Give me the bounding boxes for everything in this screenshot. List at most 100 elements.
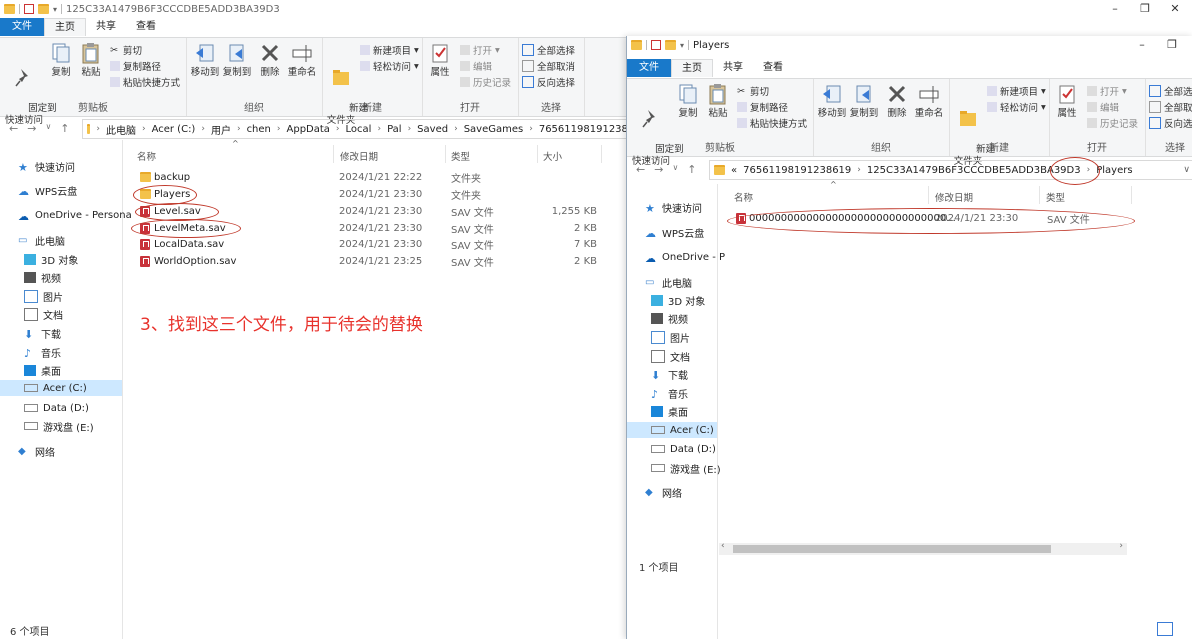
breadcrumb-item[interactable]: Players <box>1096 165 1132 176</box>
properties-button[interactable]: 属性 <box>1053 83 1081 120</box>
delete-button[interactable]: 删除 <box>258 42 282 79</box>
nav-drive-e[interactable]: 游戏盘 (E:) <box>24 418 94 434</box>
nav-videos[interactable]: 视频 <box>651 310 688 326</box>
tab-share[interactable]: 共享 <box>713 59 753 77</box>
breadcrumb-overflow[interactable]: « <box>731 165 737 176</box>
nav-pictures[interactable]: 图片 <box>24 288 63 304</box>
easy-access-button[interactable]: 轻松访问 ▾ <box>987 100 1046 114</box>
nav-drive-c[interactable]: Acer (C:) <box>0 380 122 396</box>
column-header-type[interactable]: 类型 <box>1046 190 1065 204</box>
select-all-button[interactable]: 全部选择 <box>1149 84 1192 98</box>
minimize-button[interactable]: – <box>1100 0 1130 18</box>
nav-music[interactable]: ♪ 音乐 <box>24 344 61 360</box>
nav-desktop[interactable]: 桌面 <box>24 362 61 378</box>
rename-button[interactable]: 重命名 <box>913 83 945 120</box>
breadcrumb-item[interactable]: chen <box>247 124 271 135</box>
open-button[interactable]: 打开 ▾ <box>1087 84 1127 98</box>
minimize-button[interactable]: – <box>1127 36 1157 54</box>
tab-view[interactable]: 查看 <box>753 59 793 77</box>
close-button[interactable]: ✕ <box>1160 0 1190 18</box>
select-none-button[interactable]: 全部取 <box>1149 100 1192 114</box>
invert-selection-button[interactable]: 反向选 <box>1149 116 1192 130</box>
breadcrumb-item[interactable]: Acer (C:) <box>152 124 196 135</box>
copy-path-button[interactable]: 复制路径 <box>737 100 788 114</box>
breadcrumb-item[interactable]: 76561198191238619 <box>743 165 851 176</box>
file-row[interactable]: LocalData.sav 2024/1/21 23:30 SAV 文件 7 K… <box>137 236 607 252</box>
rename-button[interactable]: 重命名 <box>286 42 318 79</box>
column-header-date[interactable]: 修改日期 <box>935 190 973 204</box>
chevron-down-icon[interactable]: ∨ <box>1183 165 1190 175</box>
breadcrumb-item[interactable]: Pal <box>387 124 402 135</box>
breadcrumb[interactable]: « 76561198191238619 › 125C33A1479B6F3CCCD… <box>709 160 1192 180</box>
scrollbar-thumb[interactable] <box>733 545 1051 553</box>
file-row[interactable]: WorldOption.sav 2024/1/21 23:25 SAV 文件 2… <box>137 253 607 269</box>
select-none-button[interactable]: 全部取消 <box>522 59 575 73</box>
file-row[interactable]: backup 2024/1/21 22:22 文件夹 <box>137 169 607 185</box>
nav-desktop[interactable]: 桌面 <box>651 403 688 419</box>
breadcrumb-item[interactable]: Local <box>346 124 372 135</box>
nav-downloads[interactable]: ⬇ 下载 <box>24 325 61 341</box>
scroll-right-icon[interactable]: › <box>1119 541 1123 551</box>
breadcrumb-item[interactable]: Saved <box>417 124 448 135</box>
nav-videos[interactable]: 视频 <box>24 269 61 285</box>
tab-view[interactable]: 查看 <box>126 18 166 36</box>
nav-wps-cloud[interactable]: ☁ WPS云盘 <box>18 182 77 198</box>
nav-3d-objects[interactable]: 3D 对象 <box>24 251 78 267</box>
nav-3d-objects[interactable]: 3D 对象 <box>651 292 705 308</box>
breadcrumb[interactable]: › 此电脑 › Acer (C:) › 用户 › chen › AppData › Loc… <box>82 119 648 139</box>
invert-selection-button[interactable]: 反向选择 <box>522 75 575 89</box>
breadcrumb-item[interactable]: 用户 <box>211 122 231 137</box>
breadcrumb-item[interactable]: AppData <box>287 124 330 135</box>
column-header-name[interactable]: 名称 <box>137 149 156 163</box>
select-all-button[interactable]: 全部选择 <box>522 43 575 57</box>
edit-button[interactable]: 编辑 <box>460 59 492 73</box>
cut-button[interactable]: ✂ 剪切 <box>737 84 769 98</box>
nav-network[interactable]: ◆ 网络 <box>645 484 682 500</box>
nav-network[interactable]: ◆ 网络 <box>18 443 55 459</box>
nav-drive-c[interactable]: Acer (C:) <box>627 422 717 438</box>
scroll-left-icon[interactable]: ‹ <box>721 541 725 551</box>
delete-button[interactable]: 删除 <box>885 83 909 120</box>
nav-music[interactable]: ♪ 音乐 <box>651 385 688 401</box>
details-view-icon[interactable] <box>1157 622 1173 636</box>
copy-to-button[interactable]: 复制到 <box>222 42 252 79</box>
copy-to-button[interactable]: 复制到 <box>849 83 879 120</box>
horizontal-scrollbar[interactable]: ‹ › <box>719 541 1127 555</box>
move-to-button[interactable]: 移动到 <box>817 83 847 120</box>
nav-this-pc[interactable]: ▭ 此电脑 <box>18 232 65 248</box>
open-icon <box>460 45 470 55</box>
move-to-button[interactable]: 移动到 <box>190 42 220 79</box>
open-button[interactable]: 打开 ▾ <box>460 43 500 57</box>
nav-documents[interactable]: 文档 <box>24 306 63 322</box>
breadcrumb-item[interactable]: 125C33A1479B6F3CCCDBE5ADD3BA39D3 <box>867 165 1081 176</box>
properties-button[interactable]: 属性 <box>426 42 454 79</box>
nav-this-pc[interactable]: ▭ 此电脑 <box>645 274 692 290</box>
nav-quick-access[interactable]: ★ 快速访问 <box>645 199 702 215</box>
easy-access-button[interactable]: 轻松访问 ▾ <box>360 59 419 73</box>
file-row[interactable]: Players 2024/1/21 23:30 文件夹 <box>137 186 607 202</box>
column-header-name[interactable]: 名称 <box>734 190 753 204</box>
nav-drive-e[interactable]: 游戏盘 (E:) <box>651 460 721 476</box>
column-header-size[interactable]: 大小 <box>543 149 562 163</box>
nav-drive-d[interactable]: Data (D:) <box>651 441 716 457</box>
new-item-button[interactable]: 新建项目 ▾ <box>987 84 1046 98</box>
breadcrumb-item[interactable]: SaveGames <box>464 124 524 135</box>
new-item-button[interactable]: 新建项目 ▾ <box>360 43 419 57</box>
history-button[interactable]: 历史记录 <box>460 75 511 89</box>
nav-onedrive[interactable]: ☁ OneDrive - P <box>645 249 725 265</box>
paste-shortcut-button[interactable]: 粘贴快捷方式 <box>737 116 807 130</box>
nav-quick-access[interactable]: ★ 快速访问 <box>18 158 75 174</box>
nav-downloads[interactable]: ⬇ 下载 <box>651 366 688 382</box>
maximize-button[interactable]: ❐ <box>1130 0 1160 18</box>
nav-pictures[interactable]: 图片 <box>651 329 690 345</box>
column-header-type[interactable]: 类型 <box>451 149 470 163</box>
group-select: 全部选择 全部取 反向选 选择 <box>1145 79 1192 156</box>
nav-wps-cloud[interactable]: ☁ WPS云盘 <box>645 224 704 240</box>
maximize-button[interactable]: ❐ <box>1157 36 1187 54</box>
nav-drive-d[interactable]: Data (D:) <box>24 400 89 416</box>
column-header-date[interactable]: 修改日期 <box>340 149 378 163</box>
nav-onedrive[interactable]: ☁ OneDrive - Persona <box>18 207 132 223</box>
nav-documents[interactable]: 文档 <box>651 348 690 364</box>
history-button[interactable]: 历史记录 <box>1087 116 1138 130</box>
edit-button[interactable]: 编辑 <box>1087 100 1119 114</box>
